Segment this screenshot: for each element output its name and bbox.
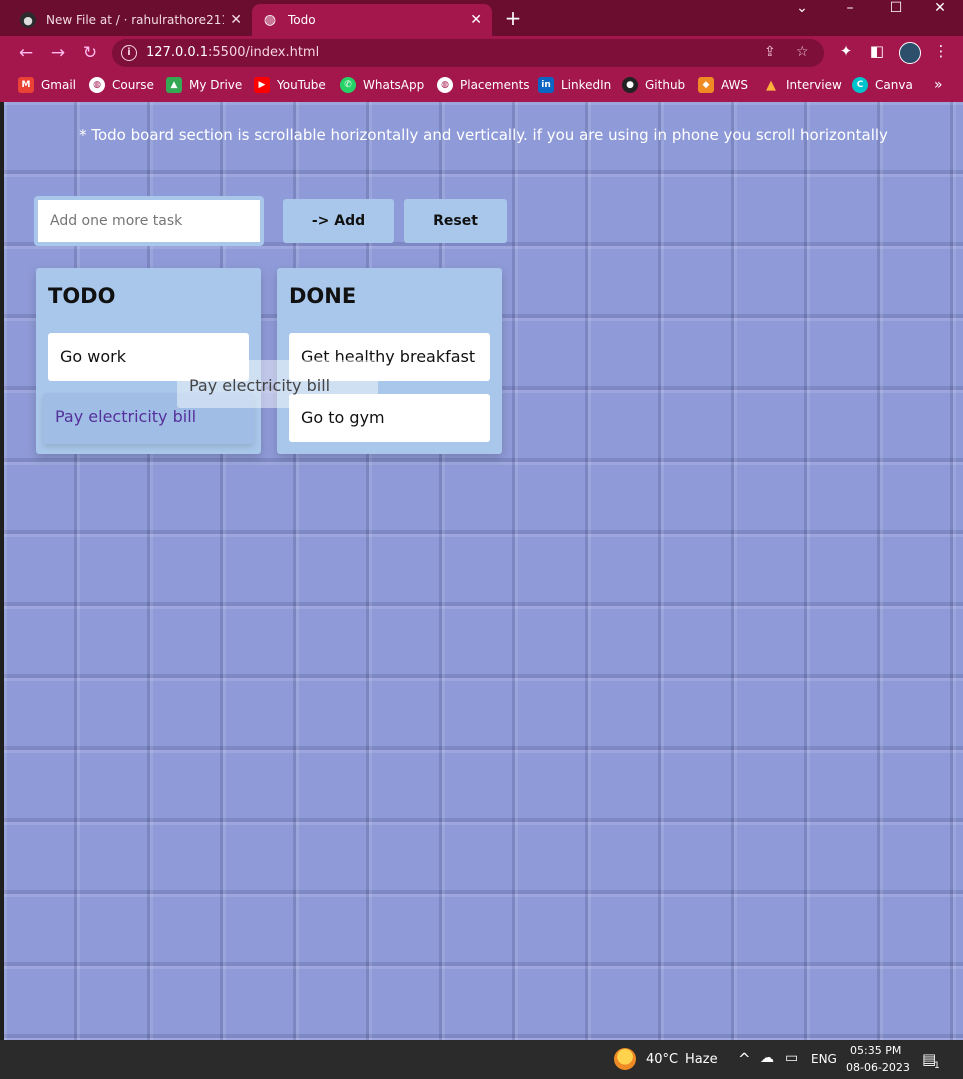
menu-icon[interactable]: ⋮: [930, 42, 952, 60]
youtube-icon: ▶: [254, 77, 270, 93]
tab-search-icon[interactable]: ⌄: [779, 0, 825, 36]
forward-icon[interactable]: →: [46, 41, 70, 65]
close-window-button[interactable]: ✕: [917, 0, 963, 36]
tab-title: New File at / · rahulrathore2110/: [46, 13, 225, 27]
share-icon[interactable]: ⇪: [764, 44, 776, 60]
side-panel-icon[interactable]: ◧: [866, 42, 888, 60]
maximize-button[interactable]: ☐: [873, 0, 919, 36]
aws-icon: ◆: [698, 77, 714, 93]
star-icon[interactable]: ☆: [796, 44, 809, 60]
tab-title: Todo: [288, 13, 316, 27]
reset-button[interactable]: Reset: [404, 199, 507, 243]
column-title: DONE: [289, 284, 357, 308]
bookmarks-bar: M Gmail ◍ Course ▲ My Drive ▶ YouTube ✆ Whats…: [0, 70, 963, 102]
network-icon[interactable]: ▭: [785, 1050, 798, 1066]
todo-page: * Todo board section is scrollable horiz…: [4, 102, 963, 1040]
browser-toolbar: ← → ↻ i 127.0.0.1:5500/index.html ⇪ ☆ ✦ …: [0, 36, 963, 70]
add-button[interactable]: -> Add: [283, 199, 394, 243]
scroll-note: * Todo board section is scrollable horiz…: [79, 126, 888, 144]
cloud-icon[interactable]: ☁: [760, 1050, 774, 1066]
url-text: 127.0.0.1:5500/index.html: [146, 45, 320, 60]
canva-icon: C: [852, 77, 868, 93]
tab-github[interactable]: ● New File at / · rahulrathore2110/ ✕: [10, 4, 252, 36]
task-input[interactable]: [34, 196, 264, 246]
notification-count: 1: [934, 1061, 940, 1071]
bookmark-youtube[interactable]: ▶ YouTube: [254, 77, 326, 93]
bookmark-whatsapp[interactable]: ✆ WhatsApp: [340, 77, 424, 93]
windows-taskbar: 40°C Haze ^ ☁ ▭ ENG 05:35 PM 08-06-2023 …: [0, 1040, 963, 1079]
bookmark-placements[interactable]: ◍ Placements: [437, 77, 530, 93]
weather-icon: [614, 1048, 636, 1070]
close-icon[interactable]: ✕: [470, 12, 482, 28]
globe-icon: ◍: [437, 77, 453, 93]
reload-icon[interactable]: ↻: [78, 41, 102, 65]
linkedin-icon: in: [538, 77, 554, 93]
bookmark-course[interactable]: ◍ Course: [89, 77, 154, 93]
drag-ghost: Pay electricity bill: [177, 360, 378, 408]
cone-icon: ▲: [766, 77, 776, 93]
github-icon: ●: [20, 12, 36, 28]
column-title: TODO: [48, 284, 116, 308]
globe-icon: ◍: [89, 77, 105, 93]
globe-icon: ◍: [263, 12, 277, 28]
bookmark-linkedin[interactable]: in LinkedIn: [538, 77, 611, 93]
whatsapp-icon: ✆: [340, 77, 356, 93]
chevron-up-icon[interactable]: ^: [738, 1050, 751, 1068]
clock-time[interactable]: 05:35 PM: [850, 1044, 901, 1057]
bookmark-github[interactable]: ● Github: [622, 77, 685, 93]
language-indicator[interactable]: ENG: [811, 1052, 837, 1066]
info-icon[interactable]: i: [121, 45, 137, 61]
bookmark-canva[interactable]: C Canva: [852, 77, 913, 93]
clock-date[interactable]: 08-06-2023: [846, 1061, 910, 1074]
tab-todo[interactable]: ◍ Todo ✕: [252, 4, 492, 36]
drive-icon: ▲: [166, 77, 182, 93]
weather-text: Haze: [685, 1052, 718, 1067]
avatar[interactable]: [899, 42, 921, 64]
extensions-icon[interactable]: ✦: [835, 42, 857, 60]
github-icon: ●: [622, 77, 638, 93]
minimize-button[interactable]: –: [827, 0, 873, 36]
tab-strip: ● New File at / · rahulrathore2110/ ✕ ◍ …: [0, 0, 963, 36]
temperature: 40°C: [646, 1052, 679, 1067]
close-icon[interactable]: ✕: [230, 12, 242, 28]
gmail-icon: M: [18, 77, 34, 93]
new-tab-button[interactable]: +: [500, 5, 526, 31]
address-bar[interactable]: i 127.0.0.1:5500/index.html ⇪ ☆: [112, 39, 824, 67]
bookmark-gmail[interactable]: M Gmail: [18, 77, 76, 93]
more-bookmarks-icon[interactable]: »: [934, 77, 943, 93]
bookmark-interview[interactable]: ▲ Interview: [763, 77, 842, 93]
back-icon[interactable]: ←: [14, 41, 38, 65]
bookmark-my-drive[interactable]: ▲ My Drive: [166, 77, 242, 93]
bookmark-aws[interactable]: ◆ AWS: [698, 77, 748, 93]
